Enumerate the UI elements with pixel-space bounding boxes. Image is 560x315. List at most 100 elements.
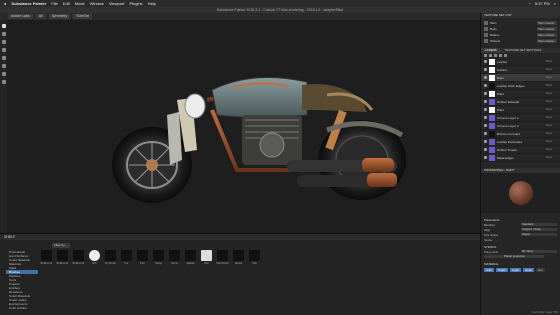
menu-file[interactable]: File	[51, 0, 57, 7]
channel-color-button[interactable]: color	[484, 268, 495, 272]
visibility-eye-icon[interactable]	[484, 156, 487, 159]
add-layer-icon[interactable]	[484, 54, 487, 57]
menu-viewport[interactable]: Viewport	[109, 0, 125, 7]
visibility-eye-icon[interactable]	[484, 92, 487, 95]
smudge-tool-icon[interactable]	[1, 56, 6, 60]
layer-row[interactable]: Leather Norm	[481, 58, 560, 66]
layer-blend-mode[interactable]: Norm	[546, 100, 560, 103]
layer-blend-mode[interactable]: Norm	[546, 124, 560, 127]
visibility-eye-icon[interactable]	[484, 60, 487, 63]
shelf-item[interactable]: Fur	[120, 250, 133, 272]
add-folder-icon[interactable]	[499, 54, 502, 57]
layer-row[interactable]: Leather Worn Edges Norm	[481, 82, 560, 90]
visibility-eye-icon[interactable]	[484, 116, 487, 119]
layer-blend-mode[interactable]: Norm	[546, 132, 560, 135]
menu-edit[interactable]: Edit	[63, 0, 70, 7]
shelf-category[interactable]: Color profiles	[6, 306, 38, 310]
add-fill-icon[interactable]	[489, 54, 492, 57]
shelf-item[interactable]: Dirt	[88, 250, 101, 272]
shader-select[interactable]: Main shader	[537, 39, 557, 43]
wifi-icon[interactable]: ◔	[528, 0, 530, 7]
menu-plugins[interactable]: Plugins	[129, 0, 142, 7]
layer-row[interactable]: Rubber Treads Norm	[481, 146, 560, 154]
polygon-fill-icon[interactable]	[1, 48, 6, 52]
layer-row[interactable]: Surface Norm	[481, 66, 560, 74]
layer-blend-mode[interactable]: Norm	[546, 92, 560, 95]
clone-tool-icon[interactable]	[1, 64, 6, 68]
projection-tool-icon[interactable]	[1, 40, 6, 44]
visibility-eye-icon[interactable]	[484, 100, 487, 103]
toolbar-button-2[interactable]: All	[35, 14, 46, 19]
shelf-item[interactable]: Stone	[168, 250, 181, 272]
shelf-search-input[interactable]: Filter by...	[52, 243, 70, 248]
channel-height-button[interactable]: height	[496, 268, 508, 272]
layer-blend-mode[interactable]: Norm	[546, 84, 560, 87]
shelf-item[interactable]: Wet	[200, 250, 213, 272]
shelf-item[interactable]: Bristles 03	[72, 250, 85, 272]
layer-blend-mode[interactable]: Norm	[546, 60, 560, 63]
layer-row[interactable]: Leather Perforated Norm	[481, 138, 560, 146]
layer-blend-mode[interactable]: Norm	[546, 108, 560, 111]
layer-blend-mode[interactable]: Norm	[546, 140, 560, 143]
visibility-eye-icon[interactable]	[484, 140, 487, 143]
paint-tool-icon[interactable]	[1, 24, 6, 28]
channel-nrm-button[interactable]: nrm	[535, 268, 545, 272]
menu-mode[interactable]: Mode	[75, 0, 85, 7]
visibility-eye-icon[interactable]	[484, 124, 487, 127]
toolbar-button-3[interactable]: Symmetry	[48, 14, 71, 19]
layer-row[interactable]: Chrome Layer 2 Norm	[481, 122, 560, 130]
apple-icon[interactable]: ●	[4, 0, 6, 7]
tab-texture-set-settings[interactable]: TEXTURE SET SETTINGS	[501, 48, 545, 53]
visibility-eye-icon[interactable]	[484, 68, 487, 71]
layer-row[interactable]: Rubber Sidewall Norm	[481, 98, 560, 106]
layer-row[interactable]: Paint Norm	[481, 106, 560, 114]
delete-layer-icon[interactable]	[504, 54, 507, 57]
search-icon[interactable]: ⌕	[554, 0, 556, 7]
visibility-eye-icon[interactable]	[484, 148, 487, 151]
visibility-eye-icon[interactable]	[484, 84, 487, 87]
clock[interactable]: 5:37 PM	[535, 0, 550, 7]
shelf-item[interactable]: Bristles 02	[56, 250, 69, 272]
visibility-eye-icon[interactable]	[484, 108, 487, 111]
menu-window[interactable]: Window	[90, 0, 104, 7]
visibility-eye-icon[interactable]	[484, 76, 487, 79]
size-space-select[interactable]: Object	[521, 232, 557, 237]
channel-metal-button[interactable]: metal	[522, 268, 534, 272]
tiling-select[interactable]: No Tiling	[521, 249, 557, 254]
layer-row[interactable]: Chrome Layer 1 Norm	[481, 114, 560, 122]
menu-help[interactable]: Help	[148, 0, 156, 7]
toolbar-button-1[interactable]: Adobe Labs	[8, 14, 33, 19]
shelf-item[interactable]: Bristles 01	[40, 250, 53, 272]
layer-row[interactable]: Bronze Corroded Norm	[481, 130, 560, 138]
shelf-item[interactable]: Spray	[152, 250, 165, 272]
channel-rough-button[interactable]: rough	[509, 268, 521, 272]
shelf-item[interactable]: Dry Brush	[104, 250, 117, 272]
shader-select[interactable]: Main shader	[537, 21, 557, 25]
picker-tool-icon[interactable]	[1, 72, 6, 76]
layer-row[interactable]: Base Norm	[481, 74, 560, 82]
3d-viewport[interactable]	[7, 20, 480, 233]
shelf-item[interactable]: Hard Brush	[216, 250, 229, 272]
toolbar-button-4[interactable]: Size/Sel	[73, 14, 93, 19]
shelf-item[interactable]: Soft	[248, 250, 261, 272]
layer-blend-mode[interactable]: Norm	[546, 68, 560, 71]
projection-button[interactable]: Planar projection	[484, 254, 544, 259]
shader-select[interactable]: Main shader	[537, 27, 557, 31]
shelf-item[interactable]: Pen	[136, 250, 149, 272]
blending-select[interactable]: Standard	[521, 222, 557, 227]
eraser-tool-icon[interactable]	[1, 32, 6, 36]
shelf-item[interactable]: Splatter	[184, 250, 197, 272]
layer-blend-mode[interactable]: Norm	[546, 116, 560, 119]
tab-layers[interactable]: LAYERS	[481, 48, 501, 53]
align-select[interactable]: Tangent | Wrap	[521, 227, 557, 232]
layer-row[interactable]: Paint Norm	[481, 90, 560, 98]
visibility-eye-icon[interactable]	[484, 132, 487, 135]
texture-set-row[interactable]: Wheels Main shader	[484, 38, 557, 44]
layer-blend-mode[interactable]: Norm	[546, 156, 560, 159]
layer-blend-mode[interactable]: Norm	[546, 76, 560, 79]
layer-blend-mode[interactable]: Norm	[546, 148, 560, 151]
layer-row[interactable]: Metal Edges Norm	[481, 154, 560, 162]
bake-icon[interactable]	[1, 80, 6, 84]
shader-select[interactable]: Main shader	[537, 33, 557, 37]
menu-app-name[interactable]: Substance Painter	[11, 0, 46, 7]
